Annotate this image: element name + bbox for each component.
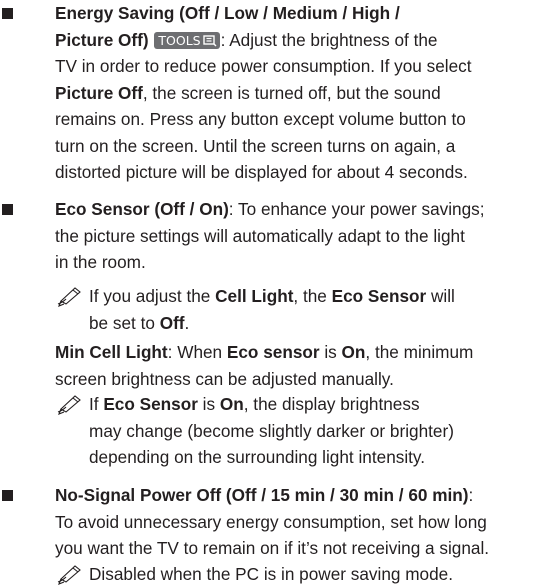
desc-text: is [319,342,342,362]
note-pencil-icon [57,287,81,307]
eco-sensor-note-text: If you adjust the Cell Light, the Eco Se… [89,283,549,336]
cell-light-term: Cell Light [215,286,294,306]
energy-saving-heading-cont: Picture Off) [55,29,149,50]
energy-saving-desc-4: remains on. Press any button except volu… [55,109,466,129]
min-cell-light-body: Min Cell Light: When Eco sensor is On, t… [55,339,549,467]
note-text: may change (become slightly darker or br… [89,420,454,441]
energy-saving-body: Energy Saving (Off / Low / Medium / High… [55,0,549,186]
eco-sensor-heading: Eco Sensor (Off / On) [55,199,229,219]
desc-text: : [468,485,474,505]
desc-text: , the minimum [365,342,474,362]
no-signal-desc-3: you want the TV to remain on if it’s not… [55,538,490,558]
picture-off-term: Picture Off [55,82,143,103]
note-text: If [89,394,104,414]
min-cell-light-heading: Min Cell Light [55,342,168,362]
note-text: be set to [89,312,160,333]
note-text: , the [293,286,332,306]
note-text: If you adjust the [89,286,216,306]
eco-sensor-desc-2: the picture settings will automatically … [55,225,465,246]
eco-sensor-term: Eco sensor [226,342,320,362]
square-bullet-icon [2,8,13,19]
note-pencil-icon [57,395,81,415]
note-text: is [197,394,220,414]
note-text: Disabled when the PC is in power saving … [89,564,453,584]
min-cell-light-desc-2: screen brightness can be adjusted manual… [55,368,394,389]
tools-remote-icon [202,34,217,46]
note-text: will [426,286,455,306]
square-bullet-icon [2,490,13,501]
eco-sensor-desc-3: in the room. [55,252,146,272]
eco-sensor-term: Eco Sensor [331,286,427,306]
energy-saving-desc-3: , the screen is turned off, but the soun… [142,82,441,103]
off-term: Off [159,312,185,333]
no-signal-heading: No-Signal Power Off (Off / 15 min / 30 m… [55,485,469,505]
on-term: On [219,394,244,414]
energy-saving-desc-5: turn on the screen. Until the screen tur… [55,135,456,156]
tools-label: TOOLS [158,32,201,48]
note-text: depending on the surrounding light inten… [89,447,426,467]
energy-saving-desc-2: TV in order to reduce power consumption.… [55,56,472,76]
no-signal-note-text: Disabled when the PC is in power saving … [89,561,549,588]
tools-badge: TOOLS [154,31,220,49]
energy-saving-desc-1: : Adjust the brightness of the [220,29,438,50]
on-term: On [341,342,366,362]
eco-sensor-term: Eco Sensor [103,394,198,414]
square-bullet-icon [2,204,13,215]
no-signal-body: No-Signal Power Off (Off / 15 min / 30 m… [55,482,549,585]
note-text: , the display brightness [243,394,420,414]
energy-saving-heading: Energy Saving (Off / Low / Medium / High… [55,3,400,23]
eco-sensor-desc-1: : To enhance your power savings; [228,199,485,219]
eco-sensor-body: Eco Sensor (Off / On): To enhance your p… [55,196,549,333]
energy-saving-desc-6: distorted picture will be displayed for … [55,162,468,182]
note-text: . [184,312,190,333]
manual-page: Energy Saving (Off / Low / Medium / High… [0,0,553,588]
desc-text: : When [167,342,227,362]
min-cell-light-note-text: If Eco Sensor is On, the display brightn… [89,391,549,471]
no-signal-desc-2: To avoid unnecessary energy consumption,… [55,511,487,532]
note-pencil-icon [57,565,81,585]
